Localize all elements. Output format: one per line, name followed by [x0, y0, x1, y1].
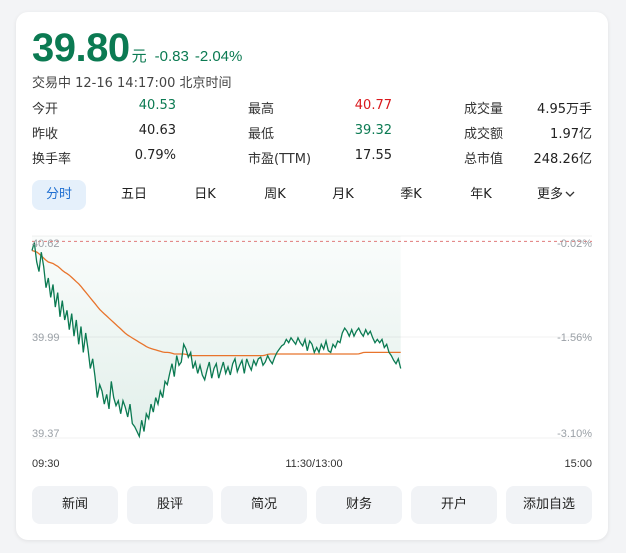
- chevron-down-icon: [563, 187, 575, 202]
- y-left-tick: 39.37: [32, 428, 60, 440]
- price-change: -0.83: [154, 48, 189, 65]
- stat-value: 40.77: [354, 98, 392, 113]
- intraday-chart[interactable]: 40.62 39.99 39.37 -0.02% -1.56% -3.10% 0…: [16, 222, 608, 478]
- action-buttons: 新闻 股评 简况 财务 开户 添加自选: [32, 486, 592, 524]
- stats-grid: 今开 40.53 最高 40.77 成交量 4.95万手 昨收 40.63 最低…: [32, 98, 592, 173]
- news-button[interactable]: 新闻: [32, 486, 118, 524]
- stat-value: 1.97亿: [550, 127, 592, 142]
- stats-row: 昨收 40.63 最低 39.32 成交额 1.97亿: [32, 123, 592, 148]
- add-watchlist-button[interactable]: 添加自选: [506, 486, 592, 524]
- price-header: 39.80 元 -0.83 -2.04%: [32, 26, 242, 71]
- quote-card: 39.80 元 -0.83 -2.04% 交易中 12-16 14:17:00 …: [16, 12, 608, 540]
- tab-quarterly-k[interactable]: 季K: [386, 180, 436, 210]
- tab-daily-k[interactable]: 日K: [180, 180, 230, 210]
- y-right-tick: -0.02%: [557, 238, 592, 250]
- stat-value: 39.32: [354, 123, 392, 138]
- stat-label: 最低: [248, 127, 275, 142]
- tab-monthly-k[interactable]: 月K: [318, 180, 368, 210]
- x-tick: 11:30/13:00: [285, 458, 342, 470]
- stat-label: 市盈(TTM): [248, 152, 312, 167]
- tab-more[interactable]: 更多: [526, 180, 586, 210]
- x-tick: 09:30: [32, 458, 60, 470]
- tab-more-label: 更多: [536, 187, 563, 202]
- stat-label: 总市值: [464, 152, 504, 167]
- y-right-tick: -1.56%: [557, 332, 592, 344]
- stat-label: 成交量: [464, 102, 504, 117]
- tab-intraday[interactable]: 分时: [32, 180, 86, 210]
- stat-value: 4.95万手: [537, 102, 592, 117]
- stats-row: 今开 40.53 最高 40.77 成交量 4.95万手: [32, 98, 592, 123]
- y-left-tick: 39.99: [32, 332, 60, 344]
- stat-label: 今开: [32, 102, 59, 117]
- current-price: 39.80: [32, 26, 130, 70]
- price-area: [32, 236, 401, 437]
- trading-status: 交易中 12-16 14:17:00 北京时间: [32, 76, 232, 91]
- stat-value: 17.55: [354, 148, 392, 163]
- open-account-button[interactable]: 开户: [411, 486, 497, 524]
- price-unit: 元: [131, 47, 147, 65]
- tab-5day[interactable]: 五日: [106, 180, 162, 210]
- stat-value: 40.63: [138, 123, 176, 138]
- y-left-tick: 40.62: [32, 238, 60, 250]
- period-tabs: 分时 五日 日K 周K 月K 季K 年K 更多: [32, 180, 592, 212]
- stat-value: 40.53: [138, 98, 176, 113]
- y-right-tick: -3.10%: [557, 428, 592, 440]
- finance-button[interactable]: 财务: [316, 486, 402, 524]
- comments-button[interactable]: 股评: [127, 486, 213, 524]
- price-change-pct: -2.04%: [194, 48, 243, 65]
- stat-label: 成交额: [464, 127, 504, 142]
- stat-label: 最高: [248, 102, 275, 117]
- stat-label: 昨收: [32, 127, 59, 142]
- stat-value: 0.79%: [134, 148, 176, 163]
- tab-weekly-k[interactable]: 周K: [250, 180, 300, 210]
- profile-button[interactable]: 简况: [221, 486, 307, 524]
- x-tick: 15:00: [564, 458, 592, 470]
- tab-yearly-k[interactable]: 年K: [456, 180, 506, 210]
- stat-label: 换手率: [32, 152, 72, 167]
- stat-value: 248.26亿: [533, 152, 593, 167]
- stats-row: 换手率 0.79% 市盈(TTM) 17.55 总市值 248.26亿: [32, 148, 592, 173]
